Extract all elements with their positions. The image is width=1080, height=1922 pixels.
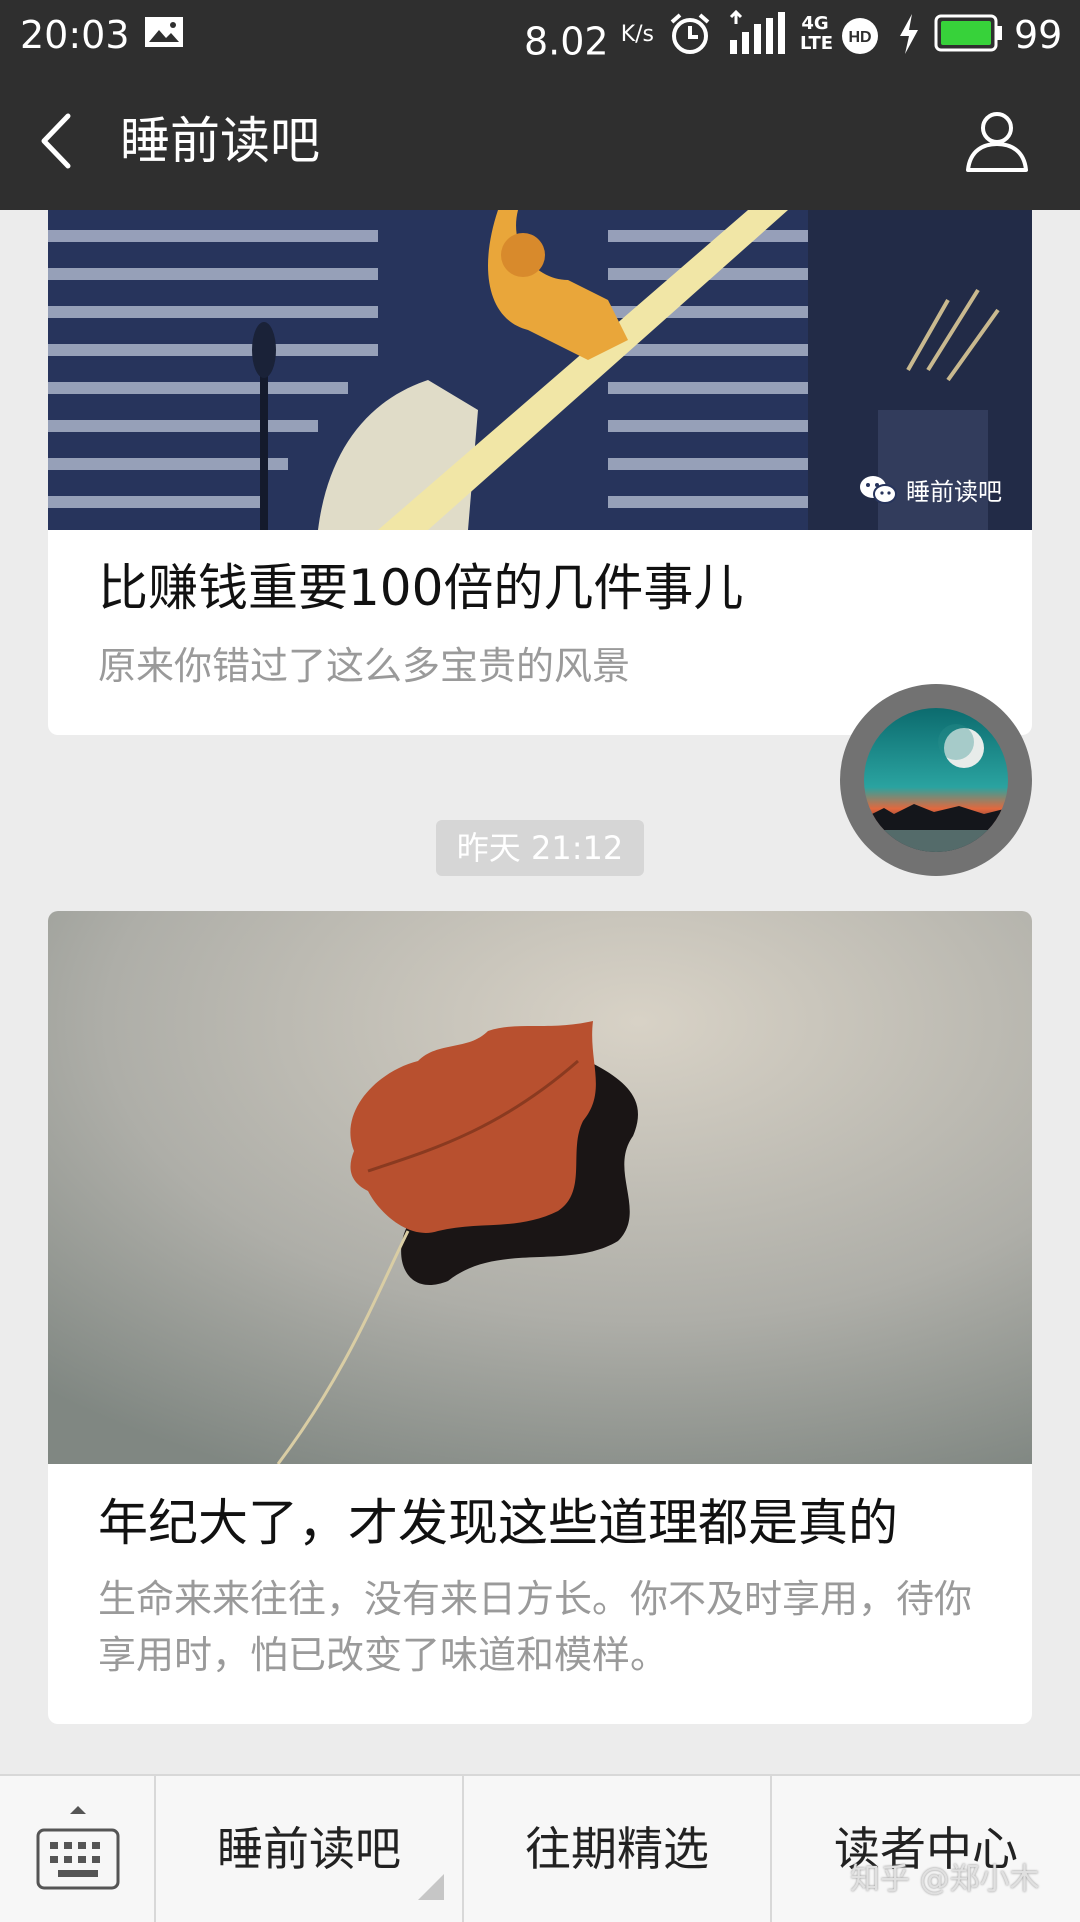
menu-item-label: 往期精选: [525, 1822, 709, 1876]
submenu-indicator-icon: [418, 1874, 444, 1900]
page-title: 睡前读吧: [120, 112, 320, 170]
profile-icon[interactable]: [964, 108, 1030, 174]
article-subtitle: 原来你错过了这么多宝贵的风景: [98, 644, 631, 688]
floating-avatar[interactable]: [840, 684, 1032, 876]
net-speed: 8.02 K/s: [524, 12, 654, 65]
keyboard-toggle-button[interactable]: [0, 1776, 156, 1922]
svg-text:HD: HD: [848, 29, 871, 46]
article-subtitle: 生命来来往往，没有来日方长。你不及时享用，待你享用时，怕已改变了味道和模样。: [98, 1577, 973, 1677]
article-card[interactable]: 睡前读吧 比赚钱重要100倍的几件事儿 原来你错过了这么多宝贵的风景: [48, 210, 1032, 735]
article-title[interactable]: 比赚钱重要100倍的几件事儿: [98, 556, 743, 620]
battery-level: 99: [1014, 13, 1063, 57]
net-speed-value: 8.02: [524, 19, 609, 64]
net-speed-unit: K/s: [620, 22, 655, 47]
image-icon: [145, 17, 183, 47]
watermark-text: 睡前读吧: [906, 478, 1002, 506]
keyboard-icon: [36, 1806, 120, 1890]
wechat-icon: [860, 475, 897, 504]
status-bar: 20:03 8.02 K/s 4G LTE HD 99: [0, 0, 1080, 72]
menu-item-past-selections[interactable]: 往期精选: [464, 1776, 772, 1922]
article-card[interactable]: 年纪大了，才发现这些道理都是真的 生命来来往往，没有来日方长。你不及时享用，待你…: [48, 911, 1032, 1724]
menu-item-label: 睡前读吧: [217, 1822, 401, 1876]
zhihu-watermark: 知乎 @郑小木: [850, 1862, 1040, 1897]
alarm-icon: [670, 13, 710, 54]
charging-icon: [900, 14, 918, 54]
signal-icon: [729, 10, 785, 54]
menu-item-reader-center[interactable]: 读者中心: [772, 1776, 1080, 1922]
avatar-image: [864, 708, 1008, 852]
cover-watermark: 睡前读吧: [858, 472, 1002, 507]
bottom-menu-bar: 睡前读吧 往期精选 读者中心: [0, 1774, 1080, 1922]
article-title[interactable]: 年纪大了，才发现这些道理都是真的: [98, 1491, 898, 1555]
message-timestamp: 昨天 21:12: [436, 820, 644, 876]
network-type: 4G LTE: [800, 13, 834, 54]
back-arrow-icon[interactable]: [36, 110, 76, 172]
menu-item-sleep-reading[interactable]: 睡前读吧: [156, 1776, 464, 1922]
title-bar: 睡前读吧: [0, 72, 1080, 210]
article-cover-image: [48, 911, 1032, 1464]
battery-icon: [934, 14, 1002, 52]
hd-icon: HD: [842, 18, 878, 54]
status-time: 20:03: [20, 13, 130, 57]
